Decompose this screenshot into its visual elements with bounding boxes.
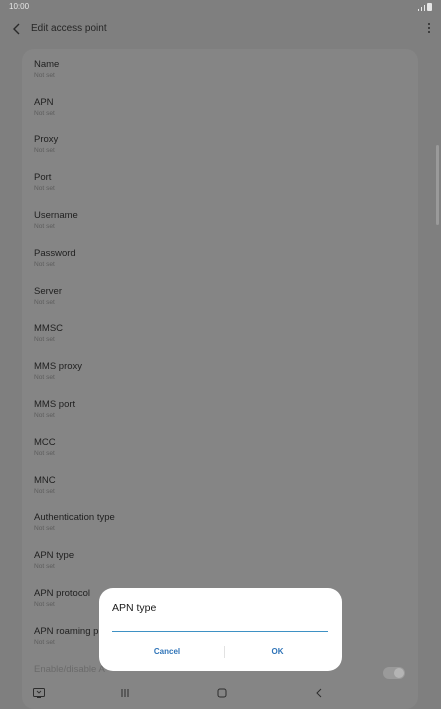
nav-bar: [0, 680, 441, 706]
setting-value: Not set: [34, 639, 55, 646]
status-bar: 10:00: [0, 0, 441, 14]
setting-value: Not set: [34, 185, 55, 192]
status-icons: [418, 3, 432, 11]
signal-icon: [421, 7, 422, 11]
setting-apn-roaming-protocol[interactable]: APN roaming p Not set: [34, 626, 98, 662]
setting-mnc[interactable]: MNC Not set: [34, 475, 56, 511]
setting-value: Not set: [34, 110, 55, 117]
home-icon[interactable]: [214, 687, 230, 699]
setting-label: Proxy: [34, 134, 59, 145]
setting-mmsc[interactable]: MMSC Not set: [34, 323, 63, 359]
setting-label: MNC: [34, 475, 56, 486]
setting-label: Server: [34, 286, 62, 297]
setting-apn-type[interactable]: APN type Not set: [34, 550, 74, 586]
setting-label: Enable/disable A: [34, 664, 105, 675]
setting-value: Not set: [34, 72, 55, 79]
recents-icon[interactable]: [117, 687, 133, 699]
setting-label: Username: [34, 210, 78, 221]
setting-mms-proxy[interactable]: MMS proxy Not set: [34, 361, 82, 397]
status-time: 10:00: [9, 2, 30, 11]
setting-value: Not set: [34, 525, 55, 532]
setting-port[interactable]: Port Not set: [34, 172, 55, 208]
setting-value: Not set: [34, 601, 55, 608]
setting-value: Not set: [34, 223, 55, 230]
page-title: Edit access point: [31, 23, 107, 34]
enable-apn-toggle[interactable]: [383, 667, 405, 679]
setting-value: Not set: [34, 563, 55, 570]
setting-value: Not set: [34, 488, 55, 495]
setting-password[interactable]: Password Not set: [34, 248, 76, 284]
setting-server[interactable]: Server Not set: [34, 286, 62, 322]
signal-icon: [424, 5, 425, 11]
setting-value: Not set: [34, 412, 55, 419]
keyboard-icon[interactable]: [31, 687, 47, 699]
ok-button[interactable]: OK: [226, 642, 329, 662]
setting-name[interactable]: Name Not set: [34, 59, 59, 95]
signal-icon: [418, 9, 419, 11]
setting-label: MMSC: [34, 323, 64, 334]
back-arrow-icon[interactable]: [9, 21, 25, 37]
apn-type-input[interactable]: [112, 621, 328, 632]
setting-label: APN type: [34, 550, 75, 561]
setting-label: APN roaming p: [34, 626, 99, 637]
setting-authentication-type[interactable]: Authentication type Not set: [34, 512, 115, 548]
back-icon[interactable]: [311, 687, 327, 699]
setting-value: Not set: [34, 147, 55, 154]
setting-mcc[interactable]: MCC Not set: [34, 437, 56, 473]
setting-label: MCC: [34, 437, 56, 448]
toggle-knob: [394, 668, 404, 678]
setting-label: Port: [34, 172, 52, 183]
setting-apn-protocol[interactable]: APN protocol Not set: [34, 588, 90, 624]
setting-label: MMS proxy: [34, 361, 83, 372]
setting-label: APN protocol: [34, 588, 90, 599]
app-bar: Edit access point: [0, 14, 441, 44]
setting-value: Not set: [34, 374, 55, 381]
cancel-button[interactable]: Cancel: [112, 642, 222, 662]
scrollbar[interactable]: [436, 145, 439, 225]
setting-value: Not set: [34, 299, 55, 306]
dialog-title: APN type: [112, 602, 157, 614]
setting-username[interactable]: Username Not set: [34, 210, 78, 246]
setting-proxy[interactable]: Proxy Not set: [34, 134, 58, 170]
setting-label: Name: [34, 59, 60, 70]
apn-type-dialog: APN type Cancel OK: [99, 588, 342, 671]
setting-label: Authentication type: [34, 512, 115, 523]
setting-label: MMS port: [34, 399, 76, 410]
setting-label: APN: [34, 97, 54, 108]
setting-apn[interactable]: APN Not set: [34, 97, 55, 133]
setting-label: Password: [34, 248, 76, 259]
battery-icon: [427, 3, 432, 11]
button-divider: [224, 646, 225, 658]
setting-value: Not set: [34, 336, 55, 343]
more-vertical-icon[interactable]: [427, 23, 431, 35]
setting-value: Not set: [34, 261, 55, 268]
setting-value: Not set: [34, 450, 55, 457]
setting-mms-port[interactable]: MMS port Not set: [34, 399, 75, 435]
